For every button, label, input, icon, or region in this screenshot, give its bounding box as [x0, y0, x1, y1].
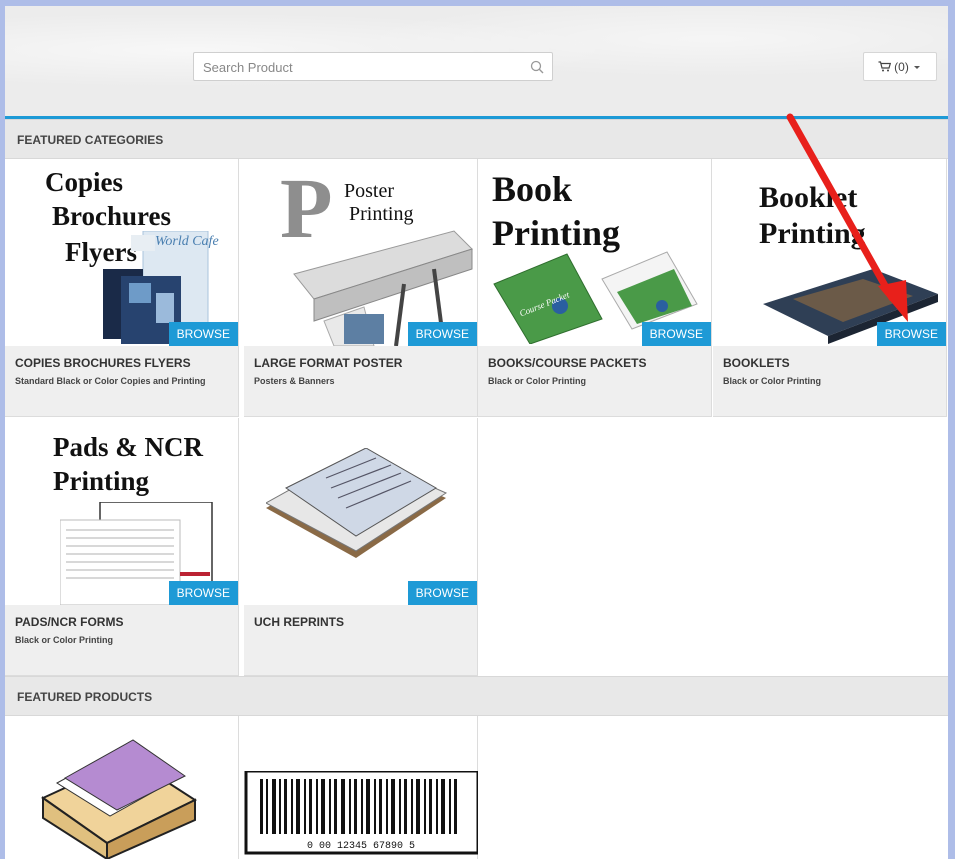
category-title[interactable]: PADS/NCR FORMS: [15, 615, 123, 629]
category-card[interactable]: Pads & NCR Printing BROWSE PADS/NCR FORM…: [5, 418, 239, 676]
category-image[interactable]: BROWSE: [244, 418, 477, 605]
category-card[interactable]: P Poster Printing BROWSE LARGE FORMAT PO…: [244, 159, 478, 417]
image-text: Poster: [344, 180, 394, 202]
cart-count: (0): [894, 59, 909, 74]
category-info: COPIES BROCHURES FLYERS Standard Black o…: [5, 346, 238, 416]
image-text: Printing: [349, 203, 414, 225]
category-image[interactable]: Book Printing Course Packet BROWSE: [478, 159, 711, 346]
category-card[interactable]: Booklet Printing BROWSE BOOKLETS Black o…: [713, 159, 947, 417]
category-image[interactable]: Copies Brochures Flyers World Cafe BROWS…: [5, 159, 238, 346]
category-subtitle: Standard Black or Color Copies and Print…: [15, 376, 206, 386]
category-info: UCH REPRINTS: [244, 605, 477, 675]
product-card[interactable]: 0 00 12345 67890 5: [244, 716, 478, 859]
image-text: Printing: [53, 466, 150, 496]
category-subtitle: Posters & Banners: [254, 376, 335, 386]
featured-products-header: FEATURED PRODUCTS: [5, 676, 948, 716]
browse-button[interactable]: BROWSE: [407, 322, 477, 346]
image-text: Brochures: [52, 201, 172, 231]
image-text: Book: [492, 169, 573, 209]
category-card[interactable]: Copies Brochures Flyers World Cafe BROWS…: [5, 159, 239, 417]
category-info: PADS/NCR FORMS Black or Color Printing: [5, 605, 238, 675]
search-icon[interactable]: [530, 60, 544, 74]
browse-button[interactable]: BROWSE: [641, 322, 711, 346]
category-info: LARGE FORMAT POSTER Posters & Banners: [244, 346, 477, 416]
search-placeholder: Search Product: [203, 60, 293, 75]
browse-button[interactable]: BROWSE: [168, 581, 238, 605]
image-text: Copies: [45, 167, 124, 197]
category-card[interactable]: BROWSE UCH REPRINTS: [244, 418, 478, 676]
category-image[interactable]: Pads & NCR Printing BROWSE: [5, 418, 238, 605]
image-text: World Cafe: [155, 234, 219, 249]
category-card[interactable]: Book Printing Course Packet BROWSE BOOKS…: [478, 159, 712, 417]
section-title: FEATURED PRODUCTS: [17, 690, 153, 704]
category-info: BOOKLETS Black or Color Printing: [713, 346, 946, 416]
category-subtitle: Black or Color Printing: [723, 376, 822, 386]
category-title[interactable]: UCH REPRINTS: [254, 615, 344, 629]
category-subtitle: Black or Color Printing: [15, 635, 114, 645]
reprints-icon: [266, 448, 448, 558]
category-title[interactable]: BOOKLETS: [723, 356, 790, 370]
featured-categories-header: FEATURED CATEGORIES: [5, 119, 948, 159]
category-info: BOOKS/COURSE PACKETS Black or Color Prin…: [478, 346, 711, 416]
search-input[interactable]: Search Product: [193, 52, 553, 81]
image-text: Booklet: [759, 181, 858, 214]
product-card[interactable]: [5, 716, 239, 859]
browse-button[interactable]: BROWSE: [168, 322, 238, 346]
category-title[interactable]: LARGE FORMAT POSTER: [254, 356, 402, 370]
cart-button[interactable]: (0): [863, 52, 937, 81]
browse-button[interactable]: BROWSE: [407, 581, 477, 605]
barcode-number: 0 00 12345 67890 5: [306, 841, 416, 852]
category-image[interactable]: Booklet Printing BROWSE: [713, 159, 946, 346]
category-title[interactable]: COPIES BROCHURES FLYERS: [15, 356, 191, 370]
image-text: Pads & NCR: [53, 432, 204, 462]
header: Search Product (0): [5, 6, 948, 119]
category-subtitle: Black or Color Printing: [488, 376, 587, 386]
browse-button[interactable]: BROWSE: [876, 322, 946, 346]
category-title[interactable]: BOOKS/COURSE PACKETS: [488, 356, 646, 370]
cart-icon: [878, 61, 892, 72]
page-frame: Search Product (0) FEATURED CATEGORIES C…: [5, 6, 948, 859]
paper-tray-icon[interactable]: [35, 738, 205, 859]
image-text: Printing: [759, 217, 866, 250]
chevron-down-icon[interactable]: [912, 63, 922, 71]
category-image[interactable]: P Poster Printing BROWSE: [244, 159, 477, 346]
section-title: FEATURED CATEGORIES: [17, 133, 164, 147]
